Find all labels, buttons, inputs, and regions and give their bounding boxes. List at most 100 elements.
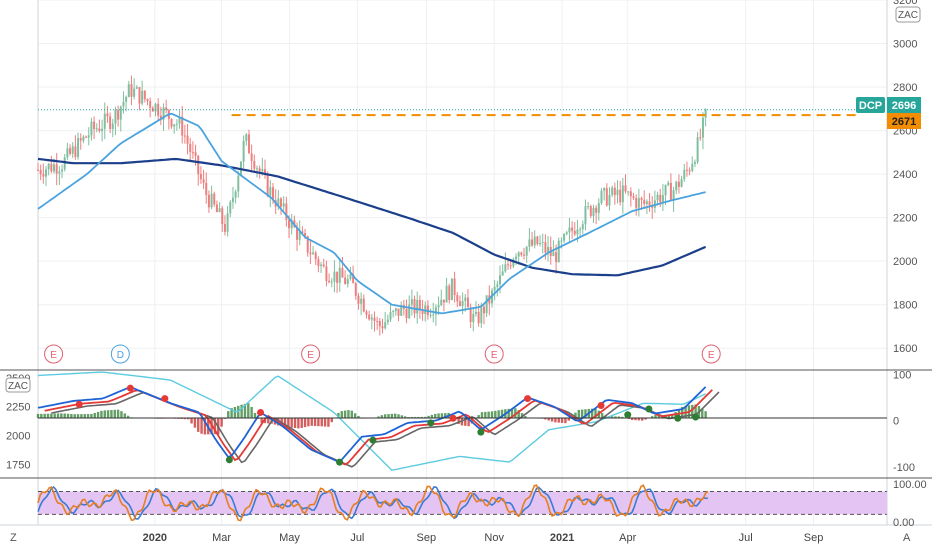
candle-body	[390, 312, 392, 320]
candle-body	[213, 194, 215, 205]
event-marker-e[interactable]: E	[702, 345, 720, 363]
histogram-bar	[107, 410, 109, 418]
candle-body	[208, 195, 210, 207]
histogram-bar	[124, 413, 126, 418]
histogram-bar	[561, 418, 563, 423]
histogram-bar	[351, 411, 353, 418]
histogram-bar	[397, 414, 399, 418]
event-marker-d[interactable]: D	[111, 345, 129, 363]
candle-body	[373, 318, 375, 321]
histogram-bar	[294, 418, 296, 428]
candle-body	[320, 265, 322, 266]
candle-body	[534, 237, 536, 246]
candle-body	[430, 315, 432, 316]
histogram-bar	[97, 412, 99, 418]
histogram-bar	[331, 418, 333, 422]
candle-body	[235, 192, 237, 198]
oscillator-right-tick: -100	[893, 462, 915, 474]
histogram-bar	[327, 418, 329, 427]
candle-body	[280, 198, 282, 206]
candle-body	[459, 301, 461, 306]
candle-body	[64, 157, 66, 169]
histogram-bar	[70, 414, 72, 418]
candle-body	[595, 208, 597, 213]
oscillator-left-tick: 2000	[6, 431, 30, 443]
svg-text:ZAC: ZAC	[898, 10, 918, 21]
candle-body	[526, 247, 528, 256]
candle-body	[317, 259, 319, 266]
candle-body	[224, 224, 226, 232]
histogram-bar	[304, 418, 306, 427]
candle-body	[614, 188, 616, 196]
crossover-marker-green	[477, 429, 484, 436]
level-price-label: 2671	[892, 116, 916, 128]
candle-body	[467, 298, 469, 308]
histogram-bar	[40, 414, 42, 418]
candle-body	[451, 279, 453, 301]
histogram-bar	[74, 414, 76, 418]
time-tick-label: 2021	[550, 532, 574, 544]
candle-body	[419, 300, 421, 309]
candle-body	[681, 179, 683, 187]
candle-body	[69, 148, 71, 154]
candle-body	[446, 286, 448, 303]
candle-body	[499, 275, 501, 284]
candle-body	[641, 198, 643, 200]
candle-body	[649, 201, 651, 205]
candle-body	[219, 208, 221, 212]
candle-body	[563, 234, 565, 241]
candle-body	[592, 208, 594, 216]
candle-body	[376, 321, 378, 322]
log-scale-toggle[interactable]: Z	[10, 532, 17, 544]
candle-body	[328, 281, 330, 282]
crossover-marker-red	[127, 385, 134, 392]
histogram-bar	[558, 418, 560, 423]
candle-body	[339, 268, 341, 283]
candle-body	[392, 311, 394, 312]
candle-body	[560, 241, 562, 242]
candle-body	[381, 326, 383, 328]
candle-body	[494, 287, 496, 291]
event-marker-e[interactable]: E	[302, 345, 320, 363]
histogram-bar	[247, 403, 249, 418]
event-markers[interactable]: EDEEE	[45, 345, 721, 363]
candle-body	[472, 314, 474, 322]
histogram-bar	[57, 413, 59, 418]
candle-body	[347, 279, 349, 284]
auto-scale-toggle[interactable]: A	[903, 532, 911, 544]
candle-body	[568, 228, 570, 233]
histogram-bar	[311, 418, 313, 426]
candle-body	[357, 296, 359, 304]
candle-body	[675, 182, 677, 191]
candle-body	[90, 122, 92, 136]
stochastic-axis-ticks: 0.00100.00	[893, 479, 927, 529]
candle-body	[336, 272, 338, 283]
candle-body	[104, 114, 106, 129]
candle-body	[697, 137, 699, 162]
candle-body	[187, 136, 189, 144]
candle-body	[243, 141, 245, 162]
event-marker-e[interactable]: E	[485, 345, 503, 363]
candle-body	[523, 255, 525, 256]
candle-body	[699, 137, 701, 138]
crossover-marker-green	[336, 459, 343, 466]
candle-body	[109, 116, 111, 129]
time-tick-label: Jul	[350, 532, 364, 544]
candle-body	[72, 146, 74, 153]
candle-body	[74, 146, 76, 157]
candle-body	[510, 265, 512, 266]
candle-body	[448, 286, 450, 300]
histogram-bar	[344, 411, 346, 418]
candle-body	[285, 203, 287, 219]
candle-body	[128, 84, 130, 97]
candle-body	[93, 122, 95, 129]
stock-chart[interactable]: 160018002000220024002600280030003200 EDE…	[0, 0, 932, 550]
candle-body	[542, 242, 544, 243]
event-marker-e[interactable]: E	[45, 345, 63, 363]
oscillator-right-axis-ticks: -1000100	[893, 369, 915, 473]
level-price-badge: 2671	[887, 113, 921, 129]
candle-body	[253, 161, 255, 169]
candle-body	[384, 322, 386, 328]
histogram-bar	[50, 414, 52, 418]
crossover-marker-red	[257, 409, 264, 416]
